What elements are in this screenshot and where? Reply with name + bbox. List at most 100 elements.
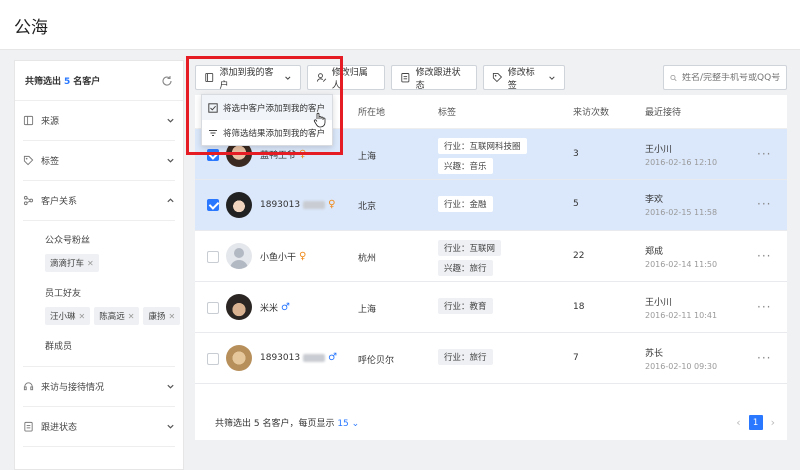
table-footer: 共筛选出 5 名客户，每页显示 15 ⌄ ‹ 1 ›	[195, 405, 787, 440]
recent-reception: 李欢 2016-02-15 11:58	[645, 192, 717, 217]
receiver-name: 王小川	[645, 298, 673, 308]
more-icon[interactable]: ···	[757, 249, 771, 263]
reception-time: 2016-02-14 11:50	[645, 260, 718, 269]
change-status-button[interactable]: 修改跟进状态	[391, 65, 477, 91]
summary-count: 5	[64, 77, 71, 87]
sidebar-section-relation[interactable]: 客户关系	[23, 181, 175, 221]
chevron-down-icon	[167, 424, 174, 429]
column-header-tags: 标签	[438, 108, 457, 118]
chevron-down-icon: ⌄	[351, 419, 360, 429]
row-checkbox[interactable]	[207, 302, 219, 314]
male-icon: ♂	[281, 302, 290, 313]
close-icon[interactable]: ✕	[168, 312, 175, 321]
filter-tag: 陈高远 ✕	[94, 307, 140, 325]
filter-tag: 康扬 ✕	[143, 307, 181, 325]
sidebar-section-follow[interactable]: 跟进状态	[23, 407, 175, 447]
chevron-down-icon	[285, 76, 291, 80]
table-row[interactable]: 1893013 ♀ 北京 行业：金融 5 李欢 2016-02-15 11:58…	[195, 180, 787, 231]
checkbox-icon	[208, 102, 218, 113]
recent-reception: 苏长 2016-02-10 09:30	[645, 346, 717, 371]
tag-label: 行业：互联网	[438, 240, 502, 256]
source-icon	[23, 115, 34, 126]
receiver-name: 王小川	[645, 145, 673, 155]
tag-label: 行业：教育	[438, 298, 493, 314]
female-icon: ♀	[299, 251, 307, 262]
female-icon: ♀	[299, 149, 307, 160]
more-icon[interactable]: ···	[757, 147, 771, 161]
page-size-select[interactable]: 15 ⌄	[337, 419, 359, 429]
add-to-mine-label: 添加到我的客户	[219, 67, 274, 91]
chevron-up-icon	[167, 198, 174, 203]
sidebar-section-source[interactable]: 来源	[23, 101, 175, 141]
male-icon: ♂	[328, 352, 338, 363]
search-input[interactable]	[682, 72, 780, 83]
sidebar-section-label: 跟进状态	[41, 423, 78, 433]
sidebar-section-tags[interactable]: 标签	[23, 141, 175, 181]
relation-group-title: 群成员	[45, 342, 73, 352]
customer-name: 1893013 ♂	[260, 352, 337, 363]
column-header-location: 所在地	[358, 108, 386, 118]
add-to-mine-button[interactable]: 添加到我的客户	[195, 65, 301, 91]
filter-tag: 汪小琳 ✕	[45, 307, 91, 325]
receiver-name: 郑成	[645, 247, 664, 257]
filter-icon	[209, 129, 217, 136]
change-tags-button[interactable]: 修改标签	[483, 65, 565, 91]
tag-icon	[492, 73, 503, 83]
refresh-icon[interactable]	[161, 75, 173, 87]
chevron-down-icon	[549, 75, 555, 80]
row-checkbox[interactable]	[207, 199, 219, 211]
filter-tag-label: 滴滴打车	[50, 259, 85, 269]
recent-reception: 王小川 2016-02-16 12:10	[645, 142, 717, 167]
sidebar-section-label: 来源	[41, 117, 60, 127]
row-checkbox[interactable]	[207, 149, 219, 161]
page-number-current[interactable]: 1	[748, 415, 763, 430]
row-checkbox[interactable]	[207, 251, 219, 263]
close-icon[interactable]: ✕	[79, 312, 86, 321]
more-icon[interactable]: ···	[757, 351, 771, 365]
masked-phone	[303, 200, 326, 209]
change-owner-button[interactable]: 修改归属人	[307, 65, 385, 91]
customer-name: 蓝鸭王爷 ♀	[260, 148, 306, 161]
customer-name-text: 蓝鸭王爷	[260, 151, 297, 161]
customer-location: 上海	[358, 305, 377, 315]
customer-tags: 行业：旅行	[438, 349, 493, 365]
receiver-name: 苏长	[645, 349, 664, 359]
filter-tag-label: 康扬	[148, 312, 166, 322]
row-checkbox[interactable]	[207, 353, 219, 365]
menu-item-label: 将筛选结果添加到我的客户	[223, 128, 326, 139]
sidebar-section-visits[interactable]: 来访与接待情况	[23, 367, 175, 407]
notebook-icon	[205, 73, 214, 82]
more-icon[interactable]: ···	[757, 197, 771, 211]
customer-tags: 行业：互联网科技圈 兴趣：音乐	[438, 138, 527, 174]
customer-location: 呼伦贝尔	[358, 356, 395, 366]
tag-label: 行业：互联网科技圈	[438, 138, 527, 154]
customer-tags: 行业：金融	[438, 196, 493, 212]
relation-groups: 公众号粉丝 滴滴打车 ✕ 员工好友 汪小琳 ✕ 陈高远 ✕ 康扬 ✕ 群成员	[15, 233, 183, 352]
avatar	[226, 294, 252, 320]
customer-name-text: 1893013	[260, 199, 301, 210]
page-size-value: 15	[337, 419, 349, 429]
visit-count: 7	[573, 353, 579, 363]
more-icon[interactable]: ···	[757, 300, 771, 314]
sidebar-section-label: 客户关系	[41, 197, 78, 207]
visit-count: 22	[573, 251, 585, 261]
chevron-left-icon[interactable]: ‹	[736, 416, 740, 429]
customer-name-text: 小鱼小干	[260, 253, 297, 263]
close-icon[interactable]: ✕	[128, 312, 135, 321]
chevron-right-icon[interactable]: ›	[771, 416, 775, 429]
close-icon[interactable]: ✕	[87, 259, 94, 268]
table-row[interactable]: 米米 ♂ 上海 行业：教育 18 王小川 2016-02-11 10:41 ··…	[195, 282, 787, 333]
column-header-visits: 来访次数	[573, 108, 610, 118]
customer-name-text: 米米	[260, 304, 279, 314]
clipboard-icon	[401, 73, 410, 83]
visit-count: 5	[573, 199, 579, 209]
table-row[interactable]: 小鱼小干 ♀ 杭州 行业：互联网 兴趣：旅行 22 郑成 2016-02-14 …	[195, 231, 787, 282]
customer-location: 北京	[358, 202, 377, 212]
recent-reception: 郑成 2016-02-14 11:50	[645, 244, 717, 269]
filter-summary: 共筛选出 5 名客户	[15, 61, 183, 101]
customer-name: 小鱼小干 ♀	[260, 250, 306, 263]
table-row[interactable]: 1893013 ♂ 呼伦贝尔 行业：旅行 7 苏长 2016-02-10 09:…	[195, 333, 787, 384]
chevron-down-icon	[167, 384, 174, 389]
avatar	[226, 192, 252, 218]
tag-label: 行业：旅行	[438, 349, 493, 365]
